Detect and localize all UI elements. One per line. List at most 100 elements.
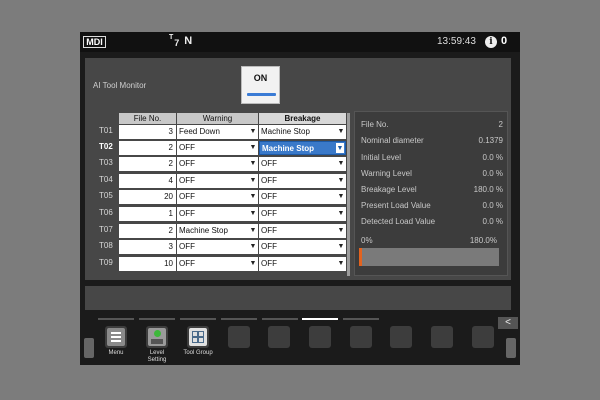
toggle-label: ON bbox=[253, 73, 268, 83]
file-no-input[interactable]: 2 bbox=[119, 141, 176, 155]
table-scrollbar[interactable] bbox=[347, 113, 350, 276]
warning-value: OFF bbox=[179, 159, 195, 168]
info-warning-level: Warning Level 0.0 % bbox=[361, 169, 503, 181]
page-indicator bbox=[180, 318, 216, 320]
monitor-on-toggle[interactable]: ON bbox=[241, 66, 280, 104]
warning-select[interactable]: OFF ▼ bbox=[177, 141, 258, 155]
breakage-select[interactable]: OFF ▼ bbox=[259, 257, 346, 271]
tool-number: T03 bbox=[99, 158, 113, 167]
breakage-select[interactable]: OFF ▼ bbox=[259, 190, 346, 204]
level-setting-label: Level Setting bbox=[142, 350, 172, 364]
tool-group-softkey[interactable] bbox=[187, 326, 209, 348]
alarm-count[interactable]: 0 bbox=[501, 35, 507, 47]
breakage-select[interactable]: OFF ▼ bbox=[259, 240, 346, 254]
table-row[interactable]: T08 3 OFF ▼ OFF ▼ bbox=[99, 240, 347, 255]
level-setting-icon bbox=[148, 328, 166, 346]
breakage-select[interactable]: OFF ▼ bbox=[259, 207, 346, 221]
page-indicator-active bbox=[302, 318, 338, 320]
tool-number: T06 bbox=[99, 208, 113, 217]
table-row[interactable]: T06 1 OFF ▼ OFF ▼ bbox=[99, 207, 347, 222]
info-value: 0.0 % bbox=[482, 169, 503, 178]
page-indicator bbox=[139, 318, 175, 320]
table-row-selected[interactable]: T02 2 OFF ▼ Machine Stop ▼ bbox=[99, 141, 347, 156]
softkey-left-edge[interactable] bbox=[84, 338, 94, 358]
table-row[interactable]: T05 20 OFF ▼ OFF ▼ bbox=[99, 190, 347, 205]
chevron-down-icon: ▼ bbox=[249, 128, 257, 135]
breakage-select-focused[interactable]: Machine Stop ▼ bbox=[259, 141, 346, 155]
softkey-empty[interactable] bbox=[350, 326, 372, 348]
warning-select[interactable]: OFF ▼ bbox=[177, 257, 258, 271]
breakage-value: OFF bbox=[261, 209, 277, 218]
table-row[interactable]: T04 4 OFF ▼ OFF ▼ bbox=[99, 174, 347, 189]
info-label: Nominal diameter bbox=[361, 136, 424, 145]
table-row[interactable]: T07 2 Machine Stop ▼ OFF ▼ bbox=[99, 224, 347, 239]
chevron-down-icon: ▼ bbox=[249, 210, 257, 217]
softkey-right-edge[interactable] bbox=[506, 338, 516, 358]
softkey-empty[interactable] bbox=[472, 326, 494, 348]
warning-select[interactable]: OFF ▼ bbox=[177, 207, 258, 221]
breakage-value: OFF bbox=[261, 176, 277, 185]
warning-select[interactable]: OFF ▼ bbox=[177, 157, 258, 171]
tool-number: T05 bbox=[99, 191, 113, 200]
file-no-input[interactable]: 3 bbox=[119, 240, 176, 254]
info-value: 0.1379 bbox=[478, 136, 503, 145]
warning-select[interactable]: OFF ▼ bbox=[177, 174, 258, 188]
panel-title: AI Tool Monitor bbox=[93, 81, 147, 90]
info-label: Warning Level bbox=[361, 169, 412, 178]
softkey-empty[interactable] bbox=[268, 326, 290, 348]
file-no-input[interactable]: 10 bbox=[119, 257, 176, 271]
breakage-value: OFF bbox=[261, 226, 277, 235]
chevron-down-icon: ▼ bbox=[337, 128, 345, 135]
breakage-select[interactable]: OFF ▼ bbox=[259, 224, 346, 238]
chevron-down-icon: ▼ bbox=[249, 243, 257, 250]
file-no-input[interactable]: 3 bbox=[119, 125, 176, 139]
file-no-input[interactable]: 2 bbox=[119, 157, 176, 171]
info-value: 0.0 % bbox=[482, 217, 503, 226]
level-setting-softkey[interactable] bbox=[146, 326, 168, 348]
load-bar-fill bbox=[359, 248, 362, 266]
softkey-empty[interactable] bbox=[228, 326, 250, 348]
breakage-select[interactable]: Machine Stop ▼ bbox=[259, 125, 346, 139]
chevron-down-icon: ▼ bbox=[249, 227, 257, 234]
warning-select[interactable]: Machine Stop ▼ bbox=[177, 224, 258, 238]
softkey-empty[interactable] bbox=[431, 326, 453, 348]
table-row[interactable]: T01 3 Feed Down ▼ Machine Stop ▼ bbox=[99, 125, 347, 140]
info-file-no: File No. 2 bbox=[361, 120, 503, 132]
breakage-value: OFF bbox=[261, 159, 277, 168]
chevron-down-icon: ▼ bbox=[337, 193, 345, 200]
softkey-empty[interactable] bbox=[309, 326, 331, 348]
warning-value: OFF bbox=[179, 176, 195, 185]
file-no-input[interactable]: 1 bbox=[119, 207, 176, 221]
header-breakage: Breakage bbox=[259, 113, 346, 124]
page-indicator bbox=[98, 318, 134, 320]
warning-select[interactable]: Feed Down ▼ bbox=[177, 125, 258, 139]
warning-value: OFF bbox=[179, 192, 195, 201]
info-icon[interactable]: i bbox=[485, 36, 497, 48]
warning-select[interactable]: OFF ▼ bbox=[177, 190, 258, 204]
back-button[interactable]: < bbox=[498, 317, 518, 329]
table-row[interactable]: T03 2 OFF ▼ OFF ▼ bbox=[99, 157, 347, 172]
warning-select[interactable]: OFF ▼ bbox=[177, 240, 258, 254]
chevron-down-icon: ▼ bbox=[337, 227, 345, 234]
chevron-down-icon: ▼ bbox=[337, 210, 345, 217]
mode-badge: MDI bbox=[83, 36, 106, 48]
chevron-down-icon: ▼ bbox=[249, 144, 257, 151]
info-value: 0.0 % bbox=[482, 201, 503, 210]
breakage-value: Machine Stop bbox=[261, 127, 310, 136]
info-nominal-diameter: Nominal diameter 0.1379 bbox=[361, 136, 503, 148]
chevron-down-icon: ▼ bbox=[249, 177, 257, 184]
menu-icon bbox=[107, 328, 125, 346]
breakage-select[interactable]: OFF ▼ bbox=[259, 157, 346, 171]
table-row[interactable]: T09 10 OFF ▼ OFF ▼ bbox=[99, 257, 347, 272]
chevron-down-icon: ▼ bbox=[337, 260, 345, 267]
level-setting-label-line1: Level bbox=[149, 350, 165, 356]
toggle-indicator bbox=[247, 93, 276, 96]
current-tool-indicator: T7 N bbox=[169, 34, 192, 48]
file-no-input[interactable]: 20 bbox=[119, 190, 176, 204]
file-no-input[interactable]: 4 bbox=[119, 174, 176, 188]
breakage-select[interactable]: OFF ▼ bbox=[259, 174, 346, 188]
softkey-empty[interactable] bbox=[390, 326, 412, 348]
file-no-input[interactable]: 2 bbox=[119, 224, 176, 238]
menu-softkey[interactable] bbox=[105, 326, 127, 348]
tool-number: T09 bbox=[99, 258, 113, 267]
